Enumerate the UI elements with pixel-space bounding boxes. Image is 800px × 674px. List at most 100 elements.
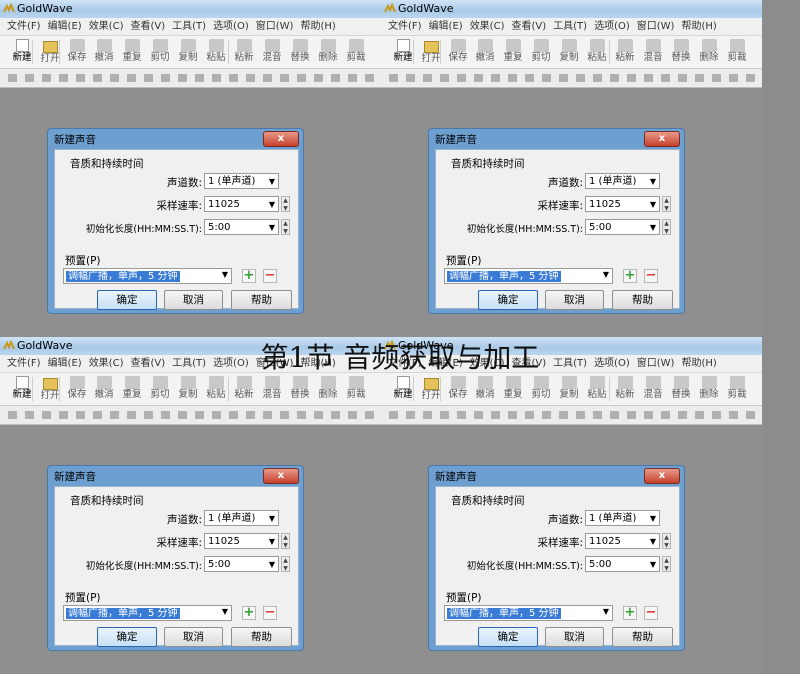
- effect-icon[interactable]: [25, 74, 34, 82]
- toolbar-button-10[interactable]: 替换: [286, 375, 314, 403]
- toolbar-button-4[interactable]: 重复: [499, 375, 527, 403]
- ok-button[interactable]: 确定: [478, 627, 538, 647]
- sample-rate-spinner[interactable]: ▲ ▼: [662, 196, 671, 212]
- effect-icon[interactable]: [474, 411, 483, 419]
- preset-select[interactable]: 调幅广播，单声，5 分钟 ▼: [444, 268, 613, 284]
- effect-icon[interactable]: [144, 74, 153, 82]
- effect-icon[interactable]: [423, 411, 432, 419]
- effect-icon[interactable]: [610, 74, 619, 82]
- toolbar-button-10[interactable]: 替换: [286, 38, 314, 66]
- menu-item[interactable]: 查看(V): [130, 18, 165, 35]
- initial-length-select[interactable]: 5:00 ▼: [585, 219, 660, 235]
- effect-icon[interactable]: [127, 411, 136, 419]
- effect-icon[interactable]: [440, 411, 449, 419]
- effect-icon[interactable]: [331, 74, 340, 82]
- effect-icon[interactable]: [746, 411, 755, 419]
- effect-icon[interactable]: [42, 74, 51, 82]
- close-button[interactable]: x: [644, 131, 680, 147]
- menu-item[interactable]: 编辑(E): [48, 18, 82, 35]
- effect-icon[interactable]: [212, 411, 221, 419]
- effect-icon[interactable]: [576, 411, 585, 419]
- effect-icon[interactable]: [297, 74, 306, 82]
- effect-icon[interactable]: [42, 411, 51, 419]
- effect-icon[interactable]: [678, 74, 687, 82]
- effect-icon[interactable]: [195, 74, 204, 82]
- initial-length-spinner[interactable]: ▲ ▼: [281, 219, 290, 235]
- effect-icon[interactable]: [212, 74, 221, 82]
- effect-icon[interactable]: [627, 411, 636, 419]
- effect-icon[interactable]: [542, 74, 551, 82]
- toolbar-button-9[interactable]: 混音: [639, 375, 667, 403]
- menu-item[interactable]: 文件(F): [388, 18, 422, 35]
- effect-icon[interactable]: [678, 411, 687, 419]
- effect-icon[interactable]: [365, 411, 374, 419]
- toolbar-button-6[interactable]: 复制: [174, 375, 202, 403]
- menu-item[interactable]: 文件(F): [7, 18, 41, 35]
- effect-icon[interactable]: [627, 74, 636, 82]
- preset-select[interactable]: 调幅广播，单声，5 分钟 ▼: [63, 605, 232, 621]
- add-preset-icon[interactable]: +: [623, 606, 637, 620]
- toolbar-button-11[interactable]: 删除: [314, 38, 342, 66]
- effect-icon[interactable]: [178, 74, 187, 82]
- initial-length-select[interactable]: 5:00 ▼: [204, 219, 279, 235]
- effect-icon[interactable]: [729, 411, 738, 419]
- effect-icon[interactable]: [110, 411, 119, 419]
- effect-icon[interactable]: [695, 411, 704, 419]
- effect-icon[interactable]: [610, 411, 619, 419]
- effect-icon[interactable]: [229, 74, 238, 82]
- toolbar-button-7[interactable]: 粘贴: [583, 375, 611, 403]
- effect-icon[interactable]: [389, 74, 398, 82]
- sample-rate-spinner[interactable]: ▲ ▼: [281, 533, 290, 549]
- effect-icon[interactable]: [331, 411, 340, 419]
- menu-item[interactable]: 窗口(W): [637, 18, 675, 35]
- toolbar-button-10[interactable]: 替换: [667, 375, 695, 403]
- toolbar-button-5[interactable]: 剪切: [527, 38, 555, 66]
- effect-icon[interactable]: [59, 411, 68, 419]
- sample-rate-select[interactable]: 11025 ▼: [204, 533, 279, 549]
- menu-item[interactable]: 工具(T): [172, 18, 206, 35]
- effect-icon[interactable]: [297, 411, 306, 419]
- toolbar-button-11[interactable]: 删除: [695, 375, 723, 403]
- effect-icon[interactable]: [576, 74, 585, 82]
- toolbar-button-9[interactable]: 混音: [639, 38, 667, 66]
- channels-select[interactable]: 1 (单声道) ▼: [585, 173, 660, 189]
- effect-icon[interactable]: [542, 411, 551, 419]
- cancel-button[interactable]: 取消: [164, 290, 223, 310]
- effect-icon[interactable]: [314, 74, 323, 82]
- sample-rate-select[interactable]: 11025 ▼: [585, 533, 660, 549]
- remove-preset-icon[interactable]: −: [644, 269, 658, 283]
- effect-icon[interactable]: [178, 411, 187, 419]
- effect-icon[interactable]: [246, 411, 255, 419]
- toolbar-button-2[interactable]: 保存: [444, 375, 472, 403]
- menu-item[interactable]: 窗口(W): [256, 18, 294, 35]
- menu-item[interactable]: 选项(O): [213, 18, 249, 35]
- toolbar-button-3[interactable]: 撤消: [471, 38, 499, 66]
- effect-icon[interactable]: [525, 411, 534, 419]
- close-button[interactable]: x: [263, 131, 299, 147]
- preset-select[interactable]: 调幅广播，单声，5 分钟 ▼: [63, 268, 232, 284]
- toolbar-button-5[interactable]: 剪切: [527, 375, 555, 403]
- menu-item[interactable]: 帮助(H): [300, 18, 335, 35]
- effect-icon[interactable]: [8, 74, 17, 82]
- cancel-button[interactable]: 取消: [545, 290, 604, 310]
- effect-icon[interactable]: [93, 74, 102, 82]
- ok-button[interactable]: 确定: [478, 290, 538, 310]
- toolbar-button-3[interactable]: 撤消: [471, 375, 499, 403]
- effect-icon[interactable]: [440, 74, 449, 82]
- toolbar-button-11[interactable]: 删除: [314, 375, 342, 403]
- toolbar-button-7[interactable]: 粘贴: [202, 38, 230, 66]
- effect-icon[interactable]: [423, 74, 432, 82]
- sample-rate-spinner[interactable]: ▲ ▼: [281, 196, 290, 212]
- effect-icon[interactable]: [559, 411, 568, 419]
- ok-button[interactable]: 确定: [97, 627, 157, 647]
- remove-preset-icon[interactable]: −: [263, 606, 277, 620]
- menu-item[interactable]: 工具(T): [553, 18, 587, 35]
- menu-item[interactable]: 效果(C): [89, 18, 124, 35]
- effect-icon[interactable]: [348, 411, 357, 419]
- effect-icon[interactable]: [195, 411, 204, 419]
- effect-icon[interactable]: [695, 74, 704, 82]
- sample-rate-spinner[interactable]: ▲ ▼: [662, 533, 671, 549]
- effect-icon[interactable]: [25, 411, 34, 419]
- channels-select[interactable]: 1 (单声道) ▼: [204, 173, 279, 189]
- help-button[interactable]: 帮助: [612, 627, 673, 647]
